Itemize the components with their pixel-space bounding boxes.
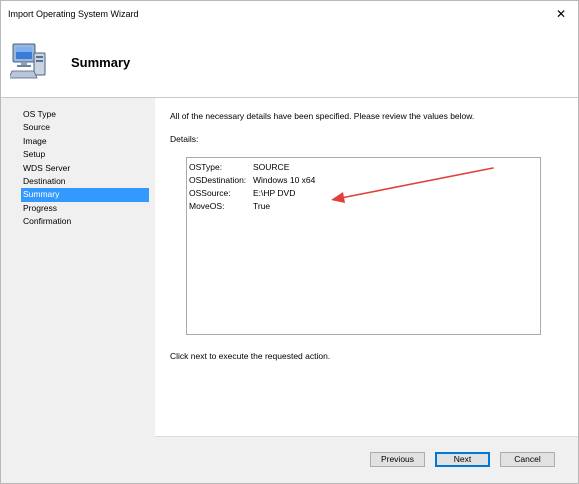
details-label: Details:: [170, 134, 199, 144]
footer-divider: [155, 436, 578, 437]
content-panel: All of the necessary details have been s…: [155, 98, 578, 436]
detail-key: OSDestination:: [189, 175, 247, 185]
detail-value: SOURCE: [253, 162, 290, 172]
detail-value: True: [253, 201, 271, 211]
page-title: Summary: [71, 55, 131, 70]
outro-text: Click next to execute the requested acti…: [170, 351, 331, 361]
intro-text: All of the necessary details have been s…: [170, 111, 475, 121]
title-bar: Import Operating System Wizard ✕: [1, 1, 578, 27]
nav-step-wds-server: WDS Server: [23, 162, 71, 173]
details-box[interactable]: OSType: SOURCE OSDestination: Windows 10…: [186, 157, 541, 335]
wizard-steps-nav: OS Type Source Image Setup WDS Server De…: [21, 108, 149, 229]
detail-key: MoveOS:: [189, 201, 225, 211]
nav-step-destination: Destination: [23, 175, 66, 186]
detail-key: OSSource:: [189, 188, 231, 198]
previous-button[interactable]: Previous: [370, 452, 425, 467]
nav-step-image: Image: [23, 135, 47, 146]
detail-value: Windows 10 x64: [253, 175, 316, 185]
nav-step-summary: Summary: [21, 188, 149, 202]
detail-value: E:\HP DVD: [253, 188, 296, 198]
detail-key: OSType:: [189, 162, 223, 172]
nav-step-progress: Progress: [23, 202, 58, 213]
window-title: Import Operating System Wizard: [8, 9, 139, 19]
nav-step-source: Source: [23, 122, 50, 133]
nav-step-os-type: OS Type: [23, 109, 56, 119]
nav-step-confirmation: Confirmation: [23, 216, 72, 227]
wizard-header: Summary: [1, 27, 578, 97]
computer-icon: [10, 43, 46, 79]
nav-step-setup: Setup: [23, 149, 46, 160]
next-button[interactable]: Next: [435, 452, 490, 467]
close-icon[interactable]: ✕: [554, 7, 568, 21]
wizard-window: Import Operating System Wizard ✕ Summary…: [0, 0, 579, 484]
cancel-button[interactable]: Cancel: [500, 452, 555, 467]
